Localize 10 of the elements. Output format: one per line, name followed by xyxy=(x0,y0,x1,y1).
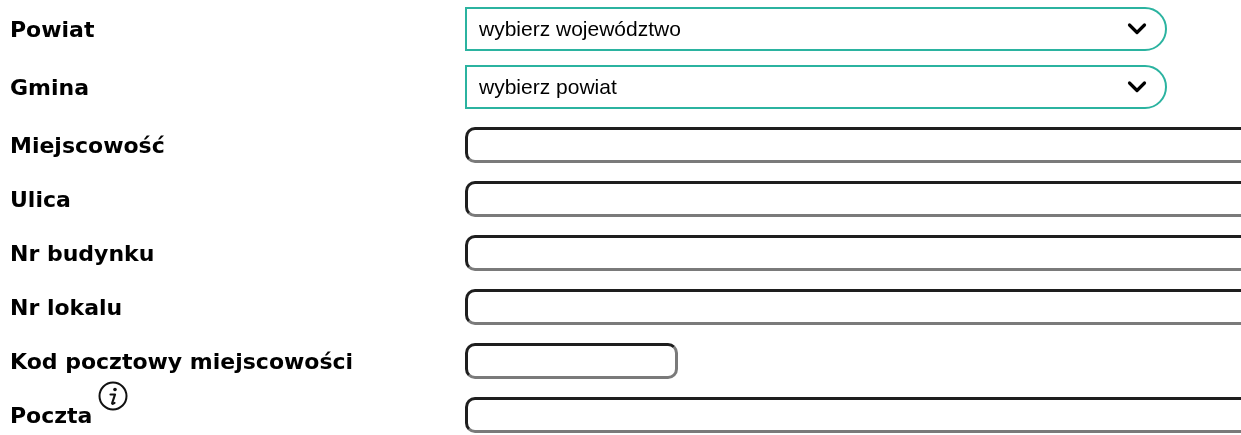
field-label: Ulica xyxy=(10,186,71,212)
select-field[interactable]: wybierz powiat xyxy=(465,65,1167,109)
field-label: Kod pocztowy miejscowości xyxy=(10,348,354,374)
field-label: Miejscowość xyxy=(10,132,165,158)
field-label: Gmina xyxy=(10,74,90,100)
field-label: Nr lokalu xyxy=(10,294,123,320)
field-label: Powiat xyxy=(10,16,95,42)
field-label: Poczta xyxy=(10,402,93,428)
field-label: Nr budynku xyxy=(10,240,155,266)
select-field[interactable]: wybierz województwo xyxy=(465,7,1167,51)
